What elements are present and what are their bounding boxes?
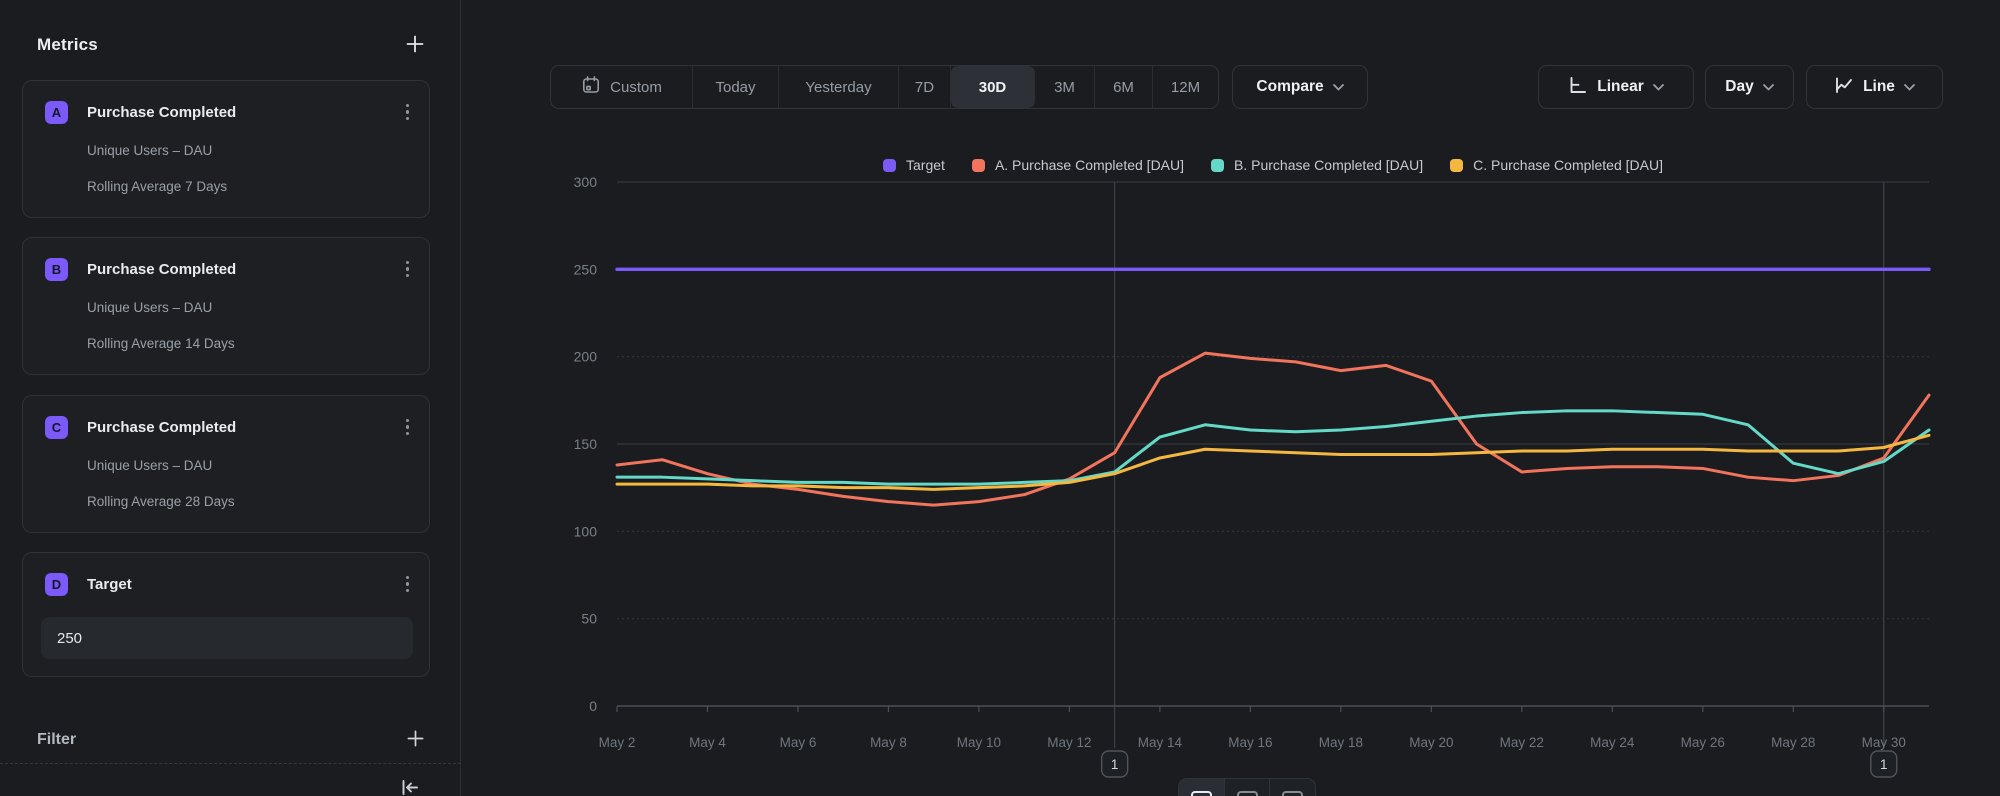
metric-menu-button[interactable]: [400, 101, 416, 124]
filter-section-header: Filter: [37, 726, 427, 754]
svg-text:May 14: May 14: [1138, 735, 1183, 750]
filter-title: Filter: [37, 731, 76, 749]
svg-text:250: 250: [574, 261, 598, 277]
metric-rolling-average: Rolling Average 28 Days: [87, 494, 235, 509]
metric-menu-button[interactable]: [400, 416, 416, 439]
target-card[interactable]: D Target: [22, 552, 430, 677]
svg-text:1: 1: [1111, 757, 1119, 772]
chart-frame-icon: [1191, 791, 1212, 796]
svg-text:150: 150: [574, 436, 598, 452]
chart-frame-icon: [1282, 791, 1303, 796]
svg-text:May 20: May 20: [1409, 735, 1453, 750]
svg-text:May 4: May 4: [689, 735, 726, 750]
view-toggle-group: [1178, 778, 1316, 796]
svg-text:May 24: May 24: [1590, 735, 1635, 750]
collapse-panel-icon: [400, 779, 420, 796]
svg-text:May 30: May 30: [1862, 735, 1906, 750]
svg-text:May 18: May 18: [1319, 735, 1363, 750]
metric-rolling-average: Rolling Average 14 Days: [87, 336, 235, 351]
metric-measure: Unique Users – DAU: [87, 300, 212, 315]
metric-measure: Unique Users – DAU: [87, 143, 212, 158]
svg-text:0: 0: [589, 698, 597, 714]
view-toggle-option-2[interactable]: [1225, 779, 1271, 796]
target-value-input[interactable]: [41, 617, 413, 659]
metric-card-a[interactable]: A Purchase Completed Unique Users – DAU …: [22, 80, 430, 218]
svg-text:May 26: May 26: [1681, 735, 1725, 750]
plus-icon: [405, 34, 425, 57]
metric-card-header: C Purchase Completed: [45, 415, 415, 439]
sidebar-divider: [0, 763, 461, 764]
metric-card-header: A Purchase Completed: [45, 100, 415, 124]
collapse-sidebar-button[interactable]: [398, 777, 422, 796]
svg-text:50: 50: [581, 611, 597, 627]
svg-text:May 6: May 6: [780, 735, 817, 750]
metric-title: Purchase Completed: [87, 419, 400, 436]
line-chart[interactable]: 0 50 100 150 200 250 300 May 2 May 4 May 6 May 8 Ma…: [461, 0, 2000, 796]
add-metric-button[interactable]: [403, 32, 427, 59]
view-toggle-option-1[interactable]: [1179, 779, 1225, 796]
metric-title: Purchase Completed: [87, 261, 400, 278]
view-toggle-option-3[interactable]: [1270, 779, 1315, 796]
metric-badge: B: [45, 258, 68, 281]
svg-text:300: 300: [574, 174, 598, 190]
sidebar-header: Metrics: [37, 32, 427, 58]
sidebar-title: Metrics: [37, 35, 98, 55]
chart-panel: Custom Today Yesterday 7D 30D 3M 6M 12M …: [461, 0, 2000, 796]
svg-text:100: 100: [574, 523, 598, 539]
metric-measure: Unique Users – DAU: [87, 458, 212, 473]
svg-text:May 2: May 2: [599, 735, 636, 750]
svg-text:May 28: May 28: [1771, 735, 1815, 750]
svg-text:May 12: May 12: [1047, 735, 1091, 750]
metric-card-b[interactable]: B Purchase Completed Unique Users – DAU …: [22, 237, 430, 375]
metric-card-header: B Purchase Completed: [45, 257, 415, 281]
metric-rolling-average: Rolling Average 7 Days: [87, 179, 227, 194]
metric-card-c[interactable]: C Purchase Completed Unique Users – DAU …: [22, 395, 430, 533]
svg-text:May 16: May 16: [1228, 735, 1272, 750]
metric-title: Purchase Completed: [87, 104, 400, 121]
metric-badge: D: [45, 573, 68, 596]
target-card-header: D Target: [45, 572, 415, 596]
svg-text:1: 1: [1880, 757, 1888, 772]
svg-text:200: 200: [574, 349, 598, 365]
target-title: Target: [87, 576, 400, 593]
metric-badge: A: [45, 101, 68, 124]
plus-icon: [406, 729, 425, 751]
svg-text:May 22: May 22: [1500, 735, 1544, 750]
metric-badge: C: [45, 416, 68, 439]
add-filter-button[interactable]: [404, 727, 427, 753]
svg-text:May 10: May 10: [957, 735, 1001, 750]
metrics-sidebar: Metrics A Purchase Completed Unique User…: [0, 0, 461, 796]
svg-text:May 8: May 8: [870, 735, 907, 750]
chart-frame-icon: [1237, 791, 1258, 796]
metric-menu-button[interactable]: [400, 258, 416, 281]
target-menu-button[interactable]: [400, 573, 416, 596]
